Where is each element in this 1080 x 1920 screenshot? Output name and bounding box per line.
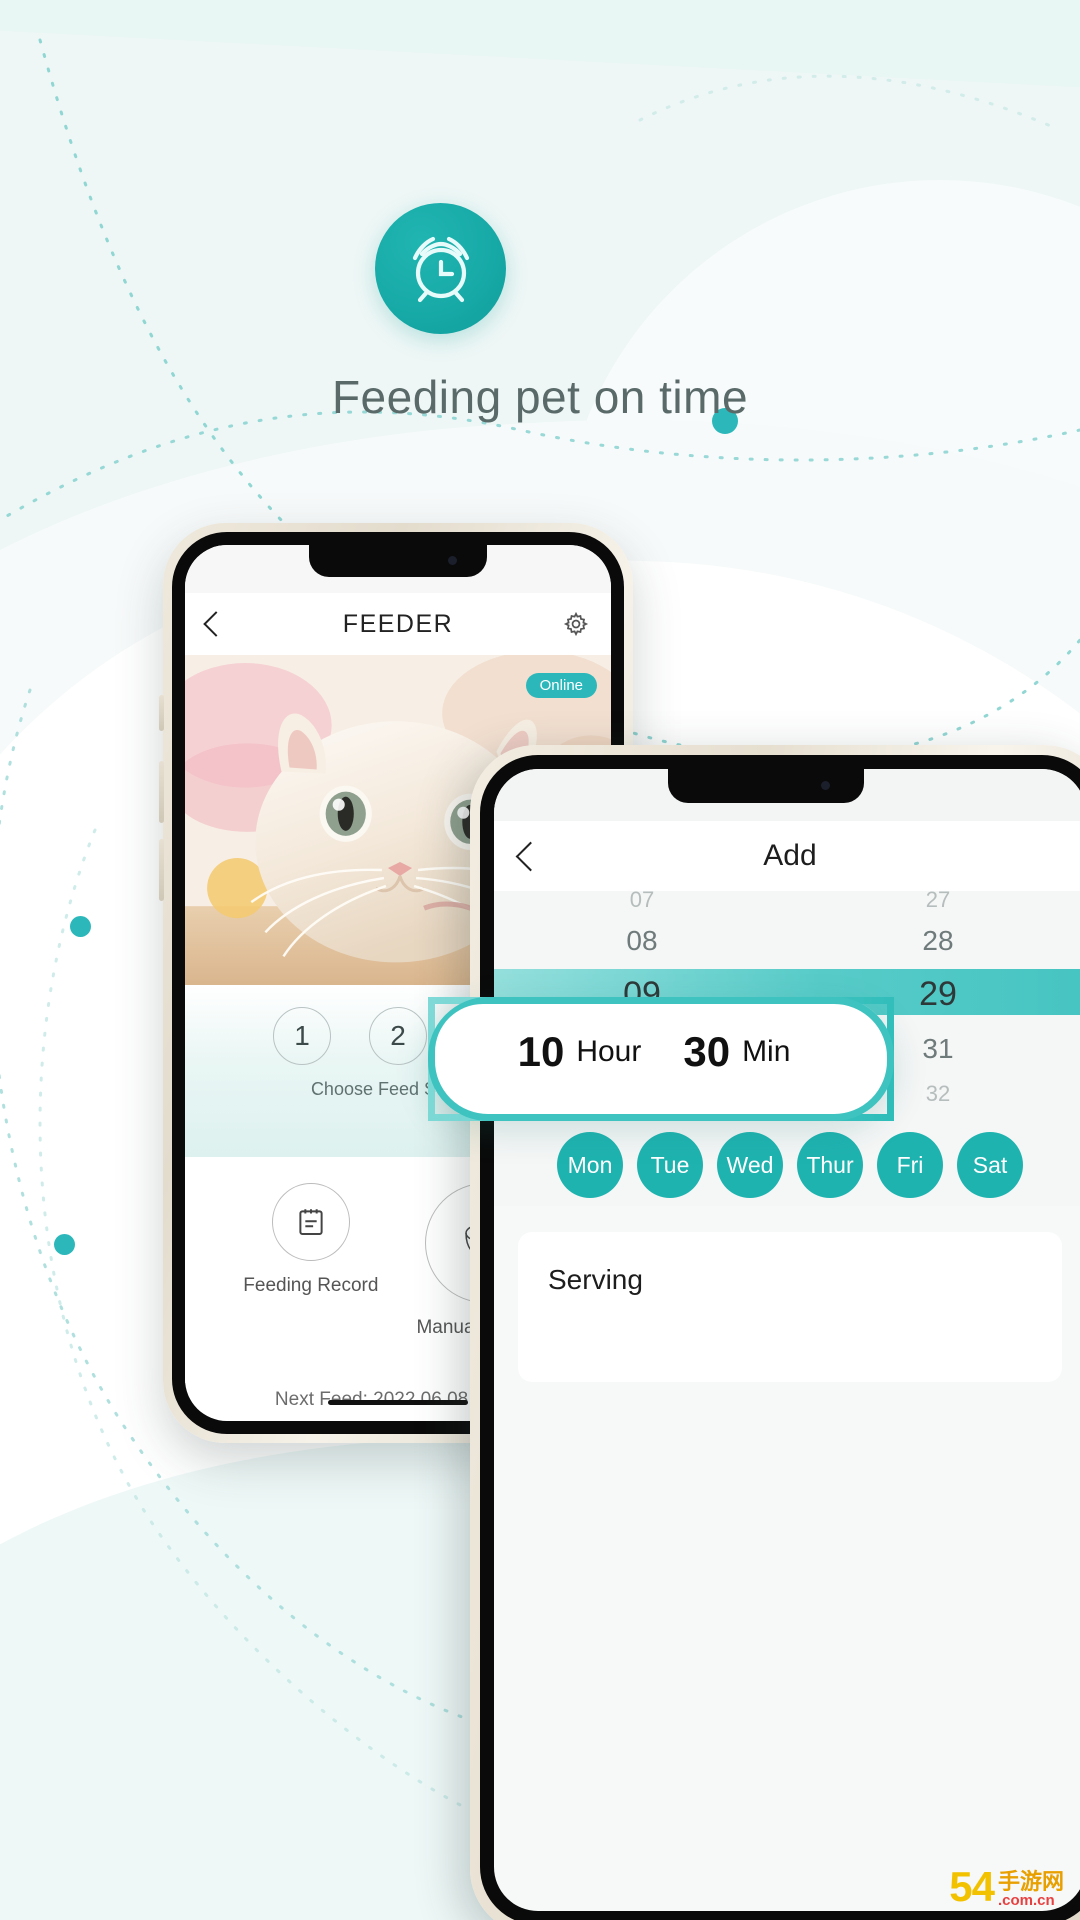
selected-hour-unit: Hour (576, 1035, 642, 1068)
serving-option-2[interactable]: 2 (369, 1007, 427, 1065)
add-schedule-header: Add (494, 821, 1080, 891)
watermark-mark: 54 (949, 1863, 995, 1910)
watermark: 54 手游网 .com.cn (949, 1863, 1064, 1910)
phone-right-notch (668, 769, 865, 803)
phone-right-screen: Add 07 08 09 11 12 27 28 29 (494, 769, 1080, 1911)
weekday-pill-tue[interactable]: Tue (637, 1132, 703, 1198)
clipboard-icon (271, 1183, 350, 1261)
selected-minute-unit: Min (742, 1035, 791, 1068)
weekday-selector: Mon Tue Wed Thur Fri Sat (494, 1106, 1080, 1206)
watermark-line1: 手游网 (997, 1869, 1064, 1894)
screenshot-root: Feeding pet on time FEEDER Online 1 2 Ch… (0, 0, 1080, 1920)
decorative-dot-left-upper (70, 916, 91, 937)
selected-minute-value: 30 (683, 1028, 731, 1075)
minute-item[interactable]: 27 (790, 891, 1080, 913)
weekday-pill-fri[interactable]: Fri (877, 1132, 943, 1198)
feeder-title: FEEDER (342, 609, 454, 638)
weekday-pill-wed[interactable]: Wed (717, 1132, 783, 1198)
weekday-pill-mon[interactable]: Mon (557, 1132, 623, 1198)
feeding-record-button[interactable]: Feeding Record (243, 1183, 378, 1297)
home-indicator[interactable] (328, 1400, 468, 1405)
page-title: Feeding pet on time (331, 371, 749, 423)
status-badge: Online (525, 673, 597, 698)
selected-time-content[interactable]: 10 Hour 30 Min (435, 1004, 873, 1100)
alarm-clock-icon (375, 203, 506, 334)
feeder-app-header: FEEDER (185, 593, 611, 655)
phone-left-volume-up-button[interactable] (159, 761, 164, 823)
weekday-pill-sat[interactable]: Sat (957, 1132, 1023, 1198)
watermark-line2: .com.cn (997, 1892, 1055, 1909)
decorative-dot-left-lower (54, 1234, 75, 1255)
phone-left-volume-down-button[interactable] (159, 839, 164, 901)
phone-right: Add 07 08 09 11 12 27 28 29 (470, 745, 1080, 1920)
phone-left-mute-button[interactable] (159, 695, 164, 731)
minute-item[interactable]: 28 (790, 925, 1080, 957)
selected-hour-value: 10 (517, 1028, 565, 1075)
serving-card-title: Serving (548, 1264, 643, 1295)
serving-option-1[interactable]: 1 (273, 1007, 331, 1065)
weekday-pill-thur[interactable]: Thur (797, 1132, 863, 1198)
phone-left-notch (309, 545, 487, 577)
feeding-record-label: Feeding Record (243, 1275, 379, 1296)
hour-item[interactable]: 07 (494, 891, 790, 913)
front-camera-icon (448, 556, 457, 565)
hour-item[interactable]: 08 (494, 925, 790, 957)
front-camera-icon (821, 781, 831, 790)
serving-card[interactable]: Serving (518, 1232, 1062, 1382)
add-schedule-title: Add (763, 839, 817, 872)
